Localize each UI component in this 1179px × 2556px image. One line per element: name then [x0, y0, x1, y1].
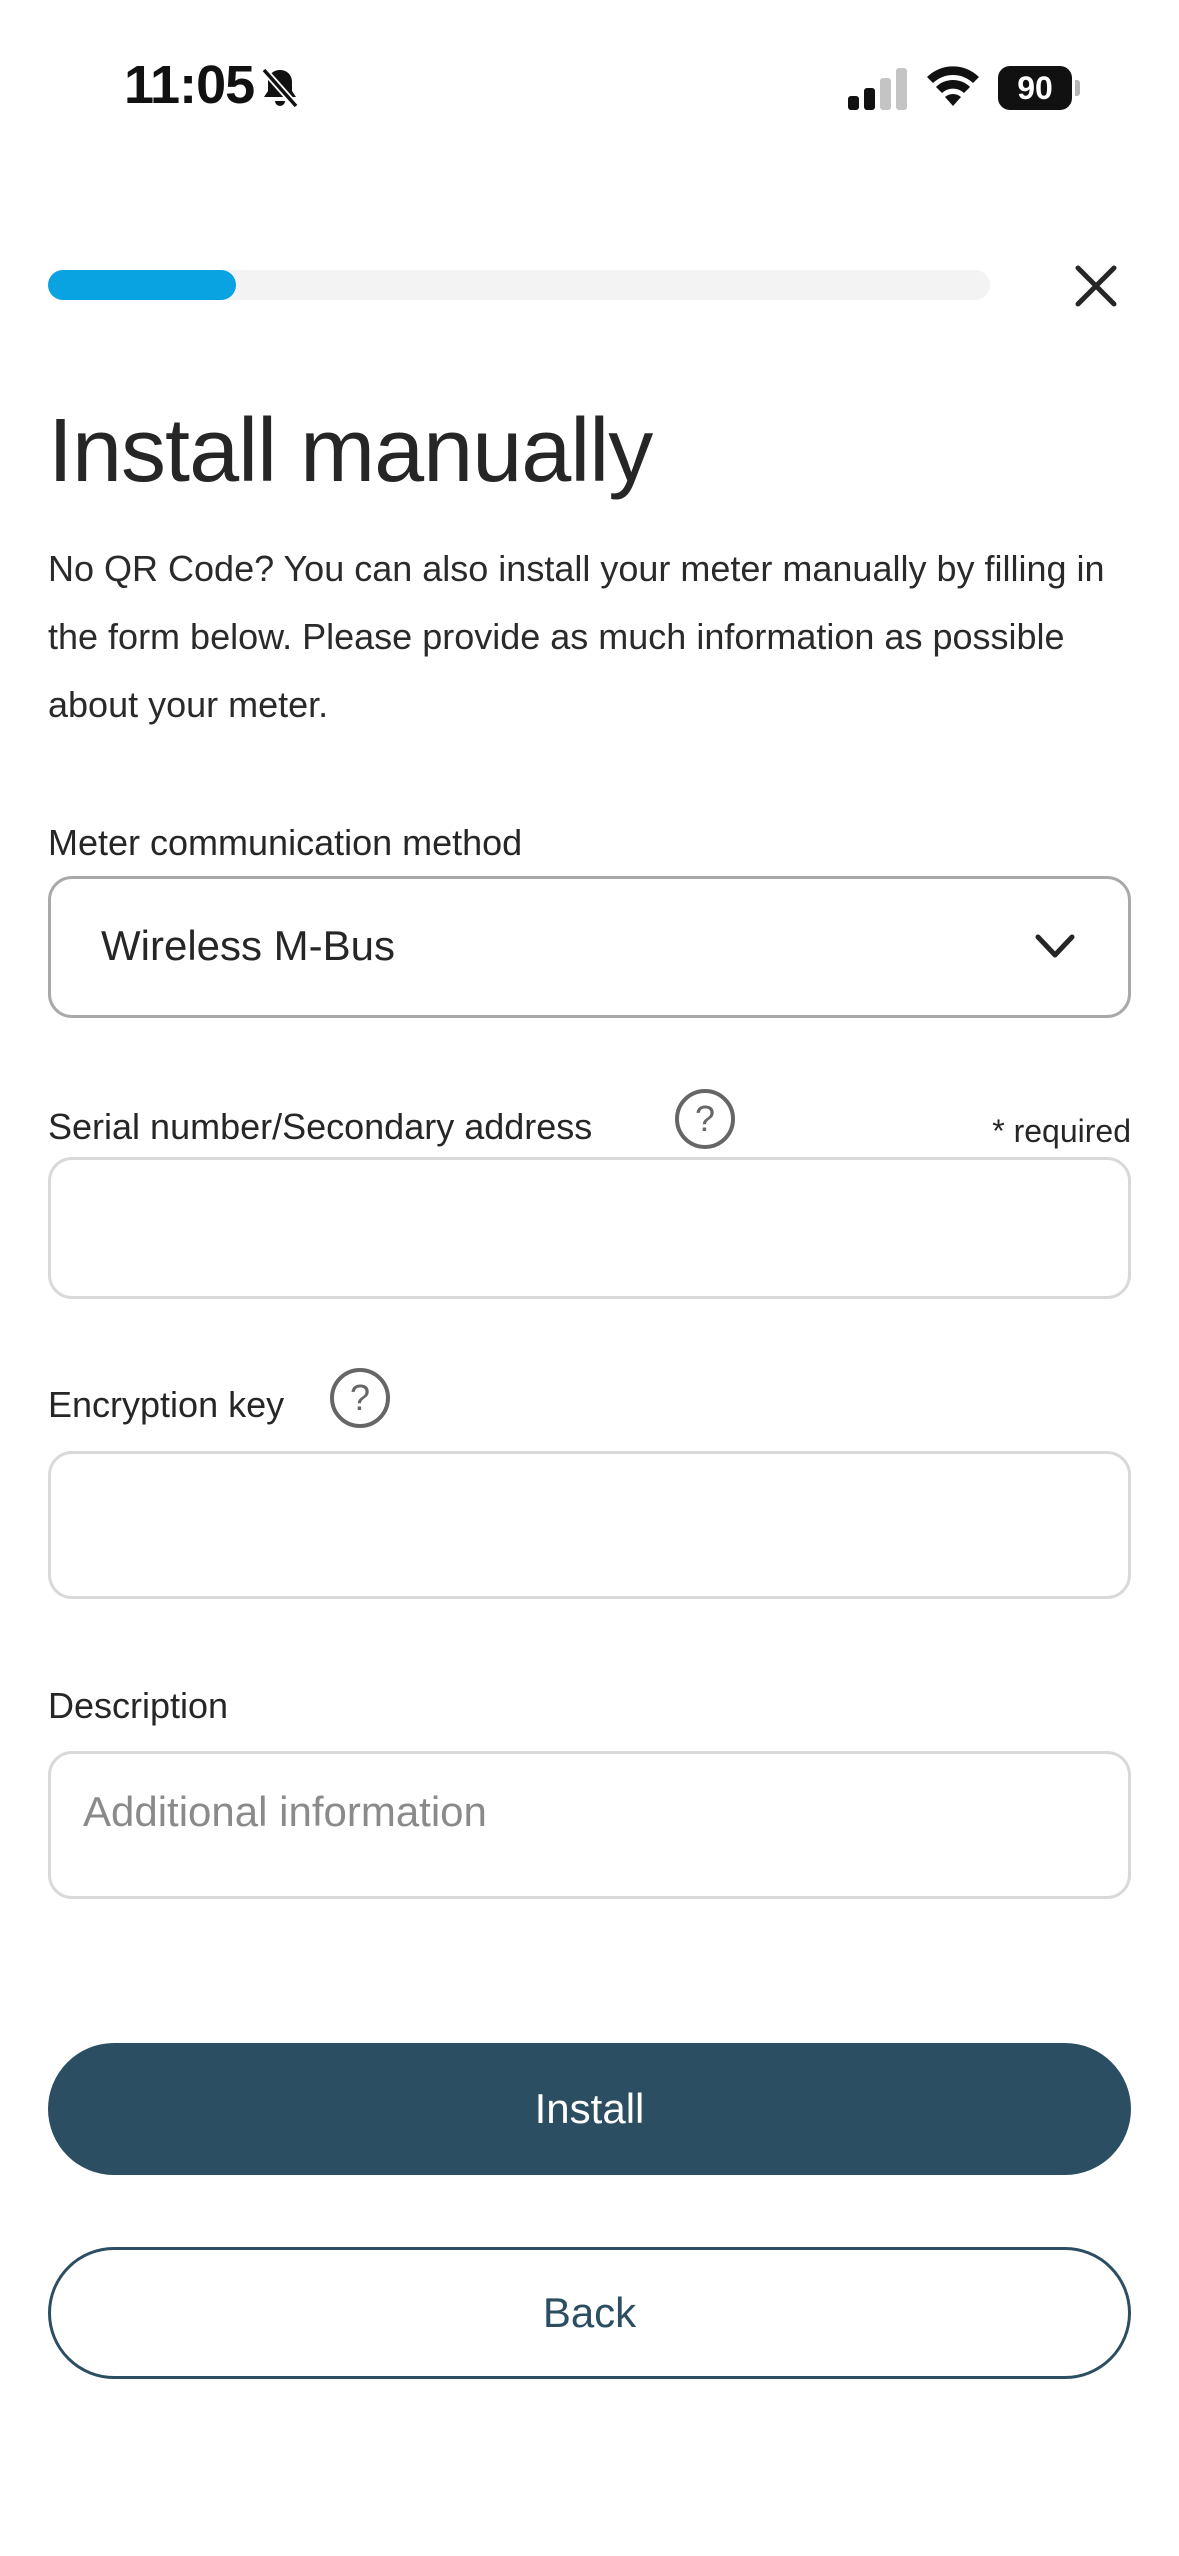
progress-bar	[48, 270, 990, 300]
svg-text:?: ?	[350, 1377, 370, 1418]
battery-icon: 90	[998, 66, 1080, 110]
required-note: * required	[992, 1113, 1131, 1149]
status-bar: 11:05 90	[0, 0, 1179, 175]
install-button[interactable]: Install	[48, 2043, 1131, 2175]
method-select[interactable]: Wireless M-Bus	[48, 876, 1131, 1018]
wifi-icon	[927, 66, 979, 106]
encryption-help-icon[interactable]: ?	[328, 1366, 392, 1430]
encryption-label: Encryption key	[48, 1384, 285, 1425]
encryption-key-input[interactable]	[48, 1451, 1131, 1599]
method-label: Meter communication method	[48, 822, 523, 863]
cellular-signal-icon	[848, 68, 907, 110]
close-button[interactable]	[1066, 256, 1126, 316]
chevron-down-icon	[1035, 934, 1075, 958]
intro-text: No QR Code? You can also install your me…	[48, 548, 1105, 725]
method-selected-value: Wireless M-Bus	[101, 922, 396, 969]
serial-label: Serial number/Secondary address	[48, 1106, 593, 1147]
svg-text:?: ?	[695, 1098, 715, 1139]
progress-fill	[48, 270, 237, 300]
page-title: Install manually	[48, 401, 653, 501]
description-input[interactable]	[48, 1751, 1131, 1899]
bell-slash-icon	[261, 67, 299, 109]
battery-cap	[1075, 80, 1080, 96]
description-label: Description	[48, 1685, 229, 1726]
status-time: 11:05	[124, 55, 255, 115]
serial-help-icon[interactable]: ?	[673, 1087, 737, 1151]
close-icon	[1075, 265, 1117, 307]
install-manually-screen: 11:05 90 Install manually No QR Code? Yo…	[0, 0, 1179, 2556]
serial-number-input[interactable]	[48, 1157, 1131, 1299]
battery-level: 90	[998, 66, 1072, 110]
back-button[interactable]: Back	[48, 2247, 1131, 2379]
